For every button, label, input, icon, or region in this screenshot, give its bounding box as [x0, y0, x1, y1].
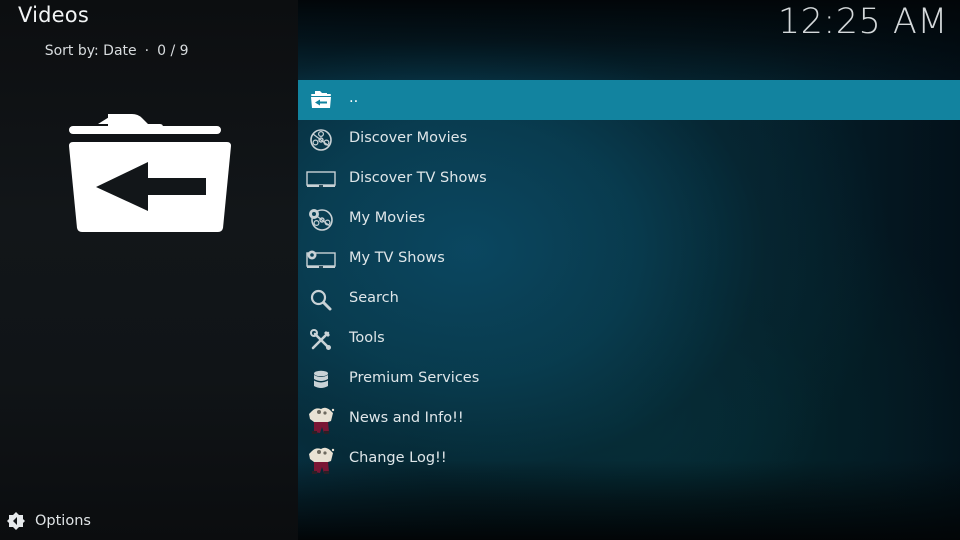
- character-thumbnail-icon: [306, 446, 336, 474]
- options-icon: [7, 512, 25, 530]
- left-info-panel: Videos Sort by: Date · 0 / 9 Options: [0, 0, 298, 540]
- clock: 12:25 AM: [777, 2, 948, 42]
- tools-icon: [306, 326, 336, 354]
- file-list: .. Discover Movies Discover TV Shows My …: [298, 80, 960, 480]
- list-item-label: My TV Shows: [349, 250, 445, 266]
- list-item-premium-services[interactable]: Premium Services: [298, 360, 960, 400]
- sort-label: Sort by: Date: [44, 43, 137, 59]
- page-title: Videos: [18, 3, 89, 27]
- list-item-discover-movies[interactable]: Discover Movies: [298, 120, 960, 160]
- list-item-label: Discover TV Shows: [349, 170, 487, 186]
- tv-icon: [306, 166, 336, 194]
- character-thumbnail-icon: [306, 406, 336, 434]
- folder-back-icon: [306, 86, 336, 114]
- search-icon: [306, 286, 336, 314]
- list-item-label: Tools: [349, 330, 385, 346]
- film-reel-gear-icon: [306, 206, 336, 234]
- kodi-videos-screen: Videos Sort by: Date · 0 / 9 Options 12:25…: [0, 0, 960, 540]
- list-item-tools[interactable]: Tools: [298, 320, 960, 360]
- database-icon: [306, 366, 336, 394]
- folder-back-icon: [69, 114, 231, 232]
- list-item-news-and-info[interactable]: News and Info!!: [298, 400, 960, 440]
- list-item-my-tv-shows[interactable]: My TV Shows: [298, 240, 960, 280]
- film-reel-icon: [306, 126, 336, 154]
- list-item-label: Premium Services: [349, 370, 480, 386]
- list-item-my-movies[interactable]: My Movies: [298, 200, 960, 240]
- separator-dot: ·: [144, 43, 150, 59]
- list-item-label: Change Log!!: [349, 450, 447, 466]
- sort-info: Sort by: Date · 0 / 9: [18, 27, 189, 75]
- list-item-search[interactable]: Search: [298, 280, 960, 320]
- list-item-label: My Movies: [349, 210, 426, 226]
- tv-gear-icon: [306, 246, 336, 274]
- options-label: Options: [35, 513, 91, 529]
- list-item-parent-folder[interactable]: ..: [298, 80, 960, 120]
- list-item-change-log[interactable]: Change Log!!: [298, 440, 960, 480]
- list-item-label: Search: [349, 290, 399, 306]
- item-position: 0 / 9: [157, 43, 189, 59]
- list-item-discover-tv-shows[interactable]: Discover TV Shows: [298, 160, 960, 200]
- list-item-label: ..: [349, 90, 359, 106]
- list-item-label: Discover Movies: [349, 130, 468, 146]
- options-button[interactable]: Options: [6, 510, 91, 532]
- list-item-label: News and Info!!: [349, 410, 464, 426]
